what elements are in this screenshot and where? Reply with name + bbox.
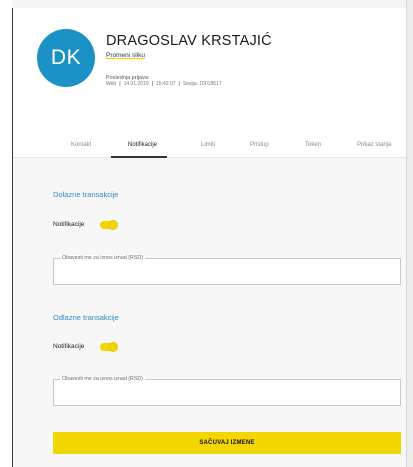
outgoing-section-title: Odlazne transakcije bbox=[53, 313, 119, 322]
outgoing-amount-field: Obavesti me za iznos iznad (RSD) bbox=[53, 376, 401, 406]
tab-kontakt[interactable]: Kontakt bbox=[71, 142, 91, 148]
window-right-shadow bbox=[407, 0, 413, 467]
outgoing-notification-toggle[interactable] bbox=[100, 342, 118, 352]
outgoing-amount-input[interactable] bbox=[54, 380, 400, 405]
last-login-channel: Web bbox=[106, 81, 117, 87]
user-name: DRAGOSLAV KRSTAJIĆ bbox=[106, 33, 272, 49]
profile-tabs: Kontakt Notifikacije Limiti Pristup Toke… bbox=[13, 136, 406, 158]
tab-prikaz-stanja[interactable]: Prikaz stanja bbox=[357, 142, 391, 148]
incoming-notification-label: Notifikacije bbox=[53, 221, 85, 228]
incoming-notification-toggle[interactable] bbox=[100, 220, 118, 230]
incoming-amount-field: Obavesti me za iznos iznad (RSD) bbox=[53, 255, 401, 285]
separator-icon: | bbox=[119, 81, 121, 87]
notifications-panel: Dolazne transakcije Notifikacije Obavest… bbox=[13, 158, 406, 467]
last-login-session: Sesija: 10018617 bbox=[182, 81, 222, 87]
window-left-margin bbox=[0, 0, 12, 467]
avatar-initials: DK bbox=[50, 46, 82, 69]
toggle-knob bbox=[108, 342, 118, 352]
last-login-time: 15:42:07 bbox=[156, 81, 176, 87]
tab-limiti[interactable]: Limiti bbox=[201, 142, 215, 148]
incoming-amount-input[interactable] bbox=[54, 259, 400, 284]
last-login-date: 14.01.2019 bbox=[123, 81, 149, 87]
incoming-section-title: Dolazne transakcije bbox=[53, 190, 119, 199]
save-changes-button[interactable]: SAČUVAJ IZMENE bbox=[53, 432, 401, 454]
change-photo-link[interactable]: Promeni sliku bbox=[106, 52, 145, 59]
toggle-knob bbox=[108, 220, 118, 230]
avatar: DK bbox=[37, 29, 95, 87]
tab-notifikacije[interactable]: Notifikacije bbox=[128, 142, 157, 148]
tab-pristup[interactable]: Pristup bbox=[250, 142, 269, 148]
last-login-details: Web | 14.01.2019 | 15:42:07 | Sesija: 10018617 bbox=[106, 81, 222, 87]
separator-icon: | bbox=[178, 81, 180, 87]
window-top-margin bbox=[12, 0, 407, 8]
separator-icon: | bbox=[151, 81, 154, 87]
outgoing-notification-label: Notifikacije bbox=[53, 343, 85, 350]
tab-token[interactable]: Token bbox=[305, 142, 321, 148]
